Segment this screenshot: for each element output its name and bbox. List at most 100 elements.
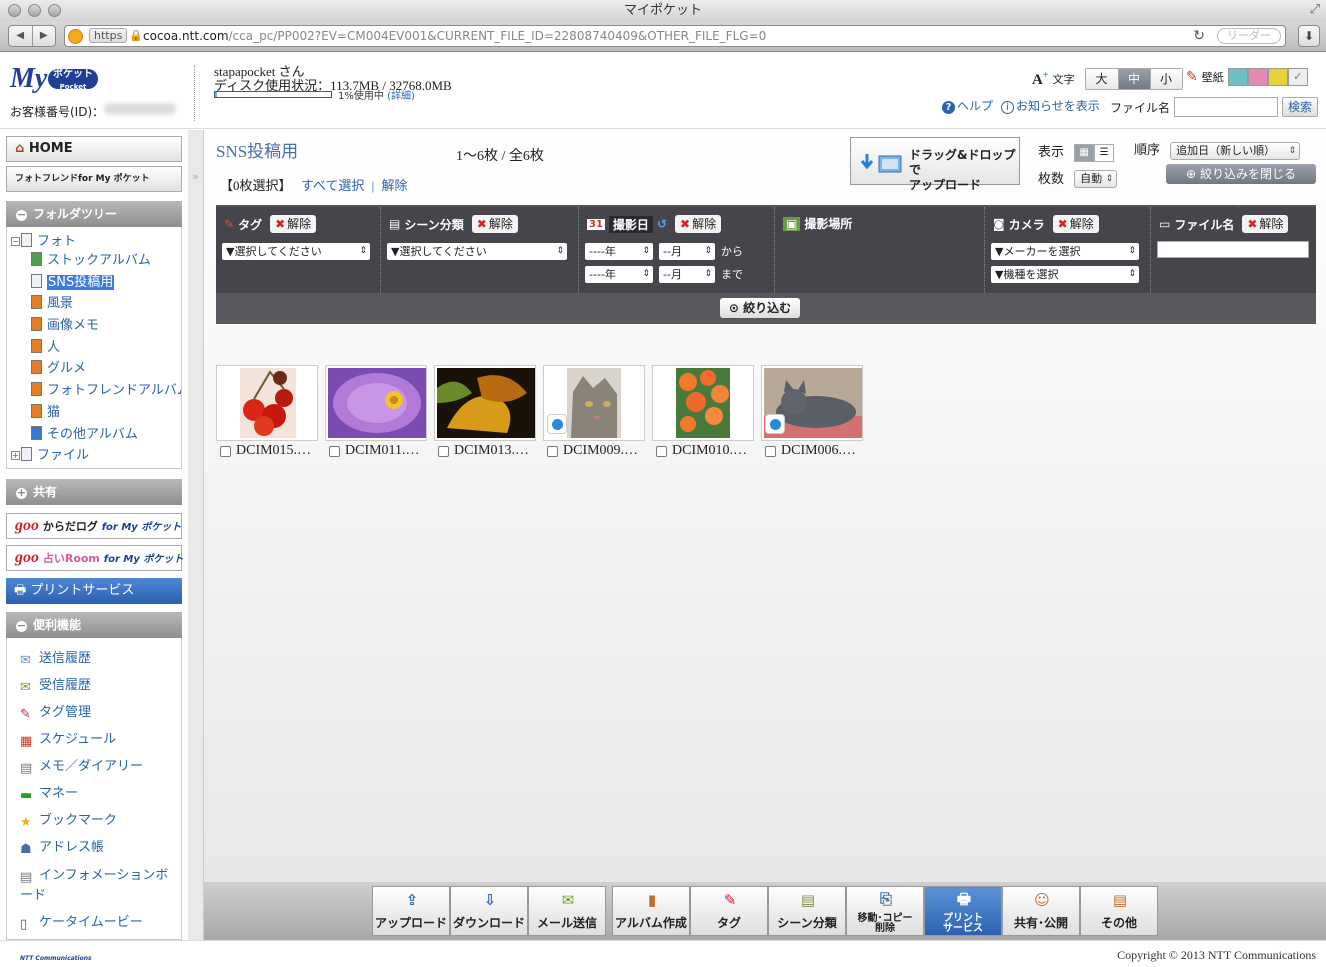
thumbnail-checkbox[interactable]: [765, 445, 776, 457]
filename-clear-button[interactable]: ✖ 解除: [1242, 215, 1289, 233]
photo-thumbnail[interactable]: [761, 365, 863, 441]
fullscreen-icon[interactable]: ⤢: [1310, 3, 1320, 17]
share-heading[interactable]: + 共有: [6, 479, 182, 505]
url-text[interactable]: cocoa.ntt.com/cca_pc/PP002?EV=CM004EV001…: [143, 26, 766, 46]
tag-clear-button[interactable]: ✖ 解除: [270, 215, 317, 233]
download-button[interactable]: ⇩ ダウンロード: [450, 886, 528, 936]
text-size-medium-button[interactable]: 中: [1117, 69, 1150, 89]
to-month-select[interactable]: --月: [659, 266, 715, 283]
photo-thumbnail[interactable]: [652, 365, 754, 441]
feature-money[interactable]: ▬ マネー: [20, 785, 78, 803]
grid-view-icon[interactable]: ▦: [1074, 143, 1095, 162]
feature-tag-management[interactable]: ✎ タグ管理: [20, 704, 91, 722]
create-album-button[interactable]: ▮ アルバム作成: [612, 886, 690, 936]
order-select[interactable]: 追加日（新しい順）: [1170, 141, 1301, 160]
disk-detail-link[interactable]: (詳細): [387, 91, 415, 102]
tree-item-scenery[interactable]: 風景: [31, 295, 73, 313]
tree-item-cat[interactable]: 猫: [31, 404, 60, 422]
tag-select[interactable]: ▼選択してください: [222, 243, 370, 260]
tree-item-people[interactable]: 人: [31, 339, 60, 357]
downloads-icon[interactable]: ⬇: [1298, 25, 1320, 47]
home-button[interactable]: ⌂ HOME: [6, 136, 182, 162]
tree-item-image-memo[interactable]: 画像メモ: [31, 317, 99, 335]
feature-sent-history[interactable]: ✉ 送信履歴: [20, 650, 91, 668]
upload-button[interactable]: ⇪ アップロード: [372, 886, 450, 936]
feature-memo-diary[interactable]: ▤ メモ／ダイアリー: [20, 758, 143, 776]
thumbnail-checkbox[interactable]: [329, 445, 340, 457]
model-select[interactable]: ▼機種を選択: [991, 266, 1139, 283]
feature-information-board[interactable]: ▤ インフォメーションボード: [20, 866, 180, 908]
photo-thumbnail[interactable]: [434, 365, 536, 441]
help-link[interactable]: ? ヘルプ: [942, 97, 993, 114]
folder-tree-heading[interactable]: − フォルダツリー: [6, 201, 182, 227]
goo-karada-log-banner[interactable]: goo からだログ for My ポケット: [6, 513, 182, 539]
photo-thumbnail[interactable]: [543, 365, 645, 441]
photofriend-button[interactable]: フォトフレンドfor My ポケット: [6, 166, 182, 192]
feature-bookmark[interactable]: ★ ブックマーク: [20, 812, 117, 830]
back-icon[interactable]: ◀: [9, 26, 32, 46]
wallpaper-swatch-pink[interactable]: [1247, 68, 1268, 86]
close-filter-button[interactable]: ⊕ 絞り込みを閉じる: [1166, 164, 1316, 184]
filename-search-input[interactable]: [1174, 97, 1279, 117]
tree-item-sns[interactable]: SNS投稿用: [31, 274, 115, 292]
zoom-window-button[interactable]: [48, 4, 61, 17]
reader-button[interactable]: リーダー: [1217, 28, 1281, 44]
to-year-select[interactable]: ----年: [585, 266, 653, 283]
thumbnail-checkbox[interactable]: [656, 445, 667, 457]
forward-icon[interactable]: ▶: [31, 26, 56, 46]
tag-button[interactable]: ✎ タグ: [690, 886, 768, 936]
photo-thumbnail[interactable]: [216, 365, 318, 441]
text-size-small-button[interactable]: 小: [1149, 69, 1182, 89]
search-button[interactable]: 検索: [1282, 97, 1319, 117]
feature-mobile-movie[interactable]: ▯ ケータイムービー: [20, 914, 143, 932]
sidebar-collapse-handle[interactable]: »: [188, 130, 204, 940]
select-all-link[interactable]: すべて選択: [301, 178, 365, 193]
from-month-select[interactable]: --月: [659, 243, 715, 260]
text-size-large-button[interactable]: 大: [1085, 69, 1118, 89]
maker-select[interactable]: ▼メーカーを選択: [991, 243, 1139, 260]
wallpaper-swatch-teal[interactable]: [1227, 68, 1248, 86]
print-service-action-button[interactable]: 🖶 プリント サービス: [924, 886, 1002, 936]
print-service-button[interactable]: 🖶 プリントサービス: [6, 578, 182, 604]
tree-item-stock-album[interactable]: ストックアルバム: [31, 252, 151, 270]
tree-item-file[interactable]: + ファイル: [11, 447, 89, 465]
scene-select[interactable]: ▼選択してください: [387, 243, 567, 260]
count-per-page-select[interactable]: 自動: [1074, 170, 1118, 188]
notice-link[interactable]: i お知らせを表示: [1001, 97, 1100, 114]
address-bar[interactable]: https 🔒 cocoa.ntt.com/cca_pc/PP002?EV=CM…: [64, 25, 1286, 47]
feature-address-book[interactable]: ☗ アドレス帳: [20, 839, 104, 857]
camera-clear-button[interactable]: ✖ 解除: [1052, 215, 1099, 233]
minimize-window-button[interactable]: [28, 4, 41, 17]
share-publish-button[interactable]: ☺ 共有･公開: [1002, 886, 1080, 936]
move-copy-delete-button[interactable]: ⎘ 移動･コピー 削除: [846, 886, 924, 936]
tree-item-photo[interactable]: − フォト: [11, 233, 76, 251]
scene-clear-button[interactable]: ✖ 解除: [471, 215, 518, 233]
mypocket-logo[interactable]: My ポケット Pocket: [10, 65, 98, 97]
close-window-button[interactable]: [8, 4, 21, 17]
list-view-icon[interactable]: ☰: [1094, 143, 1115, 162]
scene-classify-button[interactable]: ▤ シーン分類: [768, 886, 846, 936]
tree-item-gourmet[interactable]: グルメ: [31, 360, 86, 378]
reload-icon[interactable]: ↻: [1193, 26, 1205, 46]
wallpaper-default-check-icon[interactable]: ✓: [1287, 68, 1308, 86]
feature-received-history[interactable]: ✉ 受信履歴: [20, 677, 91, 695]
wallpaper-swatch-yellow[interactable]: [1267, 68, 1288, 86]
features-heading[interactable]: − 便利機能: [6, 612, 182, 638]
other-button[interactable]: ▤ その他: [1080, 886, 1158, 936]
narrow-button[interactable]: ⊙ 絞り込む: [720, 298, 800, 318]
thumbnail-checkbox[interactable]: [220, 445, 231, 457]
tree-item-photofriend-album[interactable]: フォトフレンドアルバム: [31, 382, 181, 400]
filter-filename-input[interactable]: [1157, 241, 1309, 258]
from-year-select[interactable]: ----年: [585, 243, 653, 260]
deselect-link[interactable]: 解除: [381, 178, 407, 193]
narrow-bar: ⊙ 絞り込む: [216, 293, 1316, 324]
send-mail-button[interactable]: ✉ メール送信: [528, 886, 606, 936]
photo-thumbnail[interactable]: [325, 365, 427, 441]
thumbnail-checkbox[interactable]: [547, 445, 558, 457]
date-clear-button[interactable]: ✖ 解除: [675, 215, 722, 233]
tree-item-other-album[interactable]: その他アルバム: [31, 426, 138, 444]
feature-schedule[interactable]: ▦ スケジュール: [20, 731, 116, 749]
goo-uranai-room-banner[interactable]: goo 占いRoom for My ポケット: [6, 545, 183, 571]
dragdrop-upload-button[interactable]: ドラッグ&ドロップで アップロード: [850, 137, 1020, 192]
thumbnail-checkbox[interactable]: [438, 445, 449, 457]
